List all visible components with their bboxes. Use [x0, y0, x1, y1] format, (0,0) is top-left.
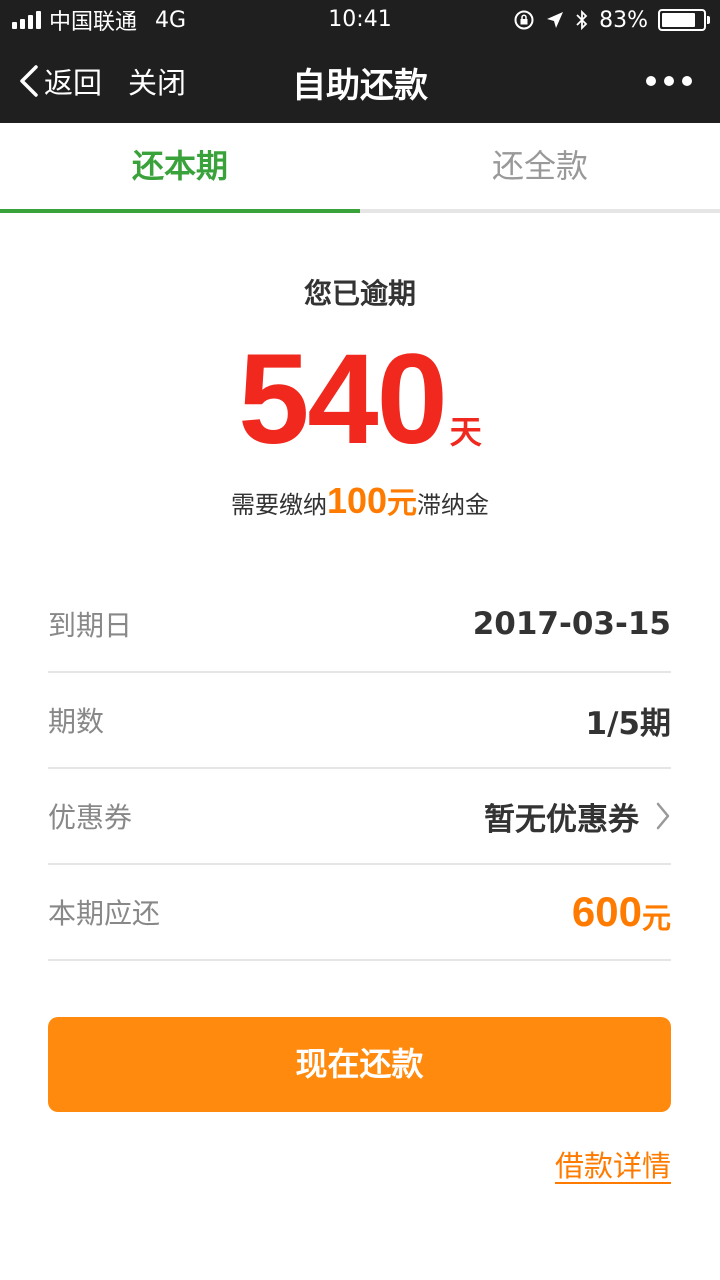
overdue-days-unit: 天 — [449, 413, 482, 451]
repayment-details: 到期日 2017-03-15 期数 1/5期 优惠券 暂无优惠券 本期应还 60… — [48, 577, 671, 961]
status-bar: 中国联通 4G 10:41 83% — [0, 0, 720, 40]
amount-due-unit: 元 — [641, 901, 671, 935]
tab-full-repayment[interactable]: 还全款 — [360, 123, 720, 209]
amount-due-value-wrap: 600 元 — [572, 887, 671, 937]
nav-bar: 返回 关闭 自助还款 — [0, 40, 720, 123]
due-date-label: 到期日 — [48, 609, 133, 642]
status-right: 83% — [513, 6, 710, 34]
amount-due-value: 600 — [571, 888, 642, 935]
coupon-label: 优惠券 — [48, 801, 133, 834]
coupon-value: 暂无优惠券 — [484, 801, 639, 838]
page-title: 自助还款 — [292, 66, 428, 106]
overdue-label: 您已逾期 — [303, 277, 416, 310]
more-dots-icon[interactable] — [646, 76, 692, 86]
chevron-right-icon — [656, 802, 670, 830]
coupon-value-wrap: 暂无优惠券 — [484, 794, 671, 839]
app-header: 中国联通 4G 10:41 83% 返回 关闭 自助还款 — [0, 0, 720, 123]
period-label: 期数 — [48, 705, 105, 738]
tab-bar: 还本期 还全款 — [0, 123, 720, 213]
amount-due-label: 本期应还 — [48, 897, 161, 930]
due-date-row: 到期日 2017-03-15 — [48, 577, 671, 673]
location-arrow-icon — [547, 12, 564, 28]
fee-amount: 100 — [326, 480, 388, 521]
due-date-value: 2017-03-15 — [472, 606, 671, 642]
overdue-days-number: 540 — [238, 328, 448, 471]
late-fee-line: 需要缴纳100元滞纳金 — [0, 478, 720, 522]
period-value: 1/5期 — [585, 705, 671, 742]
fee-prefix: 需要缴纳 — [230, 491, 327, 519]
fee-unit: 元 — [387, 486, 418, 521]
battery-level — [662, 13, 696, 27]
rotation-lock-icon — [514, 10, 534, 30]
period-row: 期数 1/5期 — [48, 673, 671, 769]
coupon-row[interactable]: 优惠券 暂无优惠券 — [48, 769, 671, 865]
battery-icon — [658, 9, 710, 31]
loan-details-link[interactable]: 借款详情 — [555, 1143, 671, 1185]
tab-current-period[interactable]: 还本期 — [0, 123, 360, 213]
fee-suffix: 滞纳金 — [417, 491, 490, 519]
bluetooth-icon — [576, 9, 588, 31]
pay-now-button[interactable]: 现在还款 — [48, 1017, 671, 1112]
amount-due-row: 本期应还 600 元 — [48, 865, 671, 961]
overdue-days: 540 天 — [0, 330, 720, 470]
battery-percent: 83% — [599, 7, 648, 33]
